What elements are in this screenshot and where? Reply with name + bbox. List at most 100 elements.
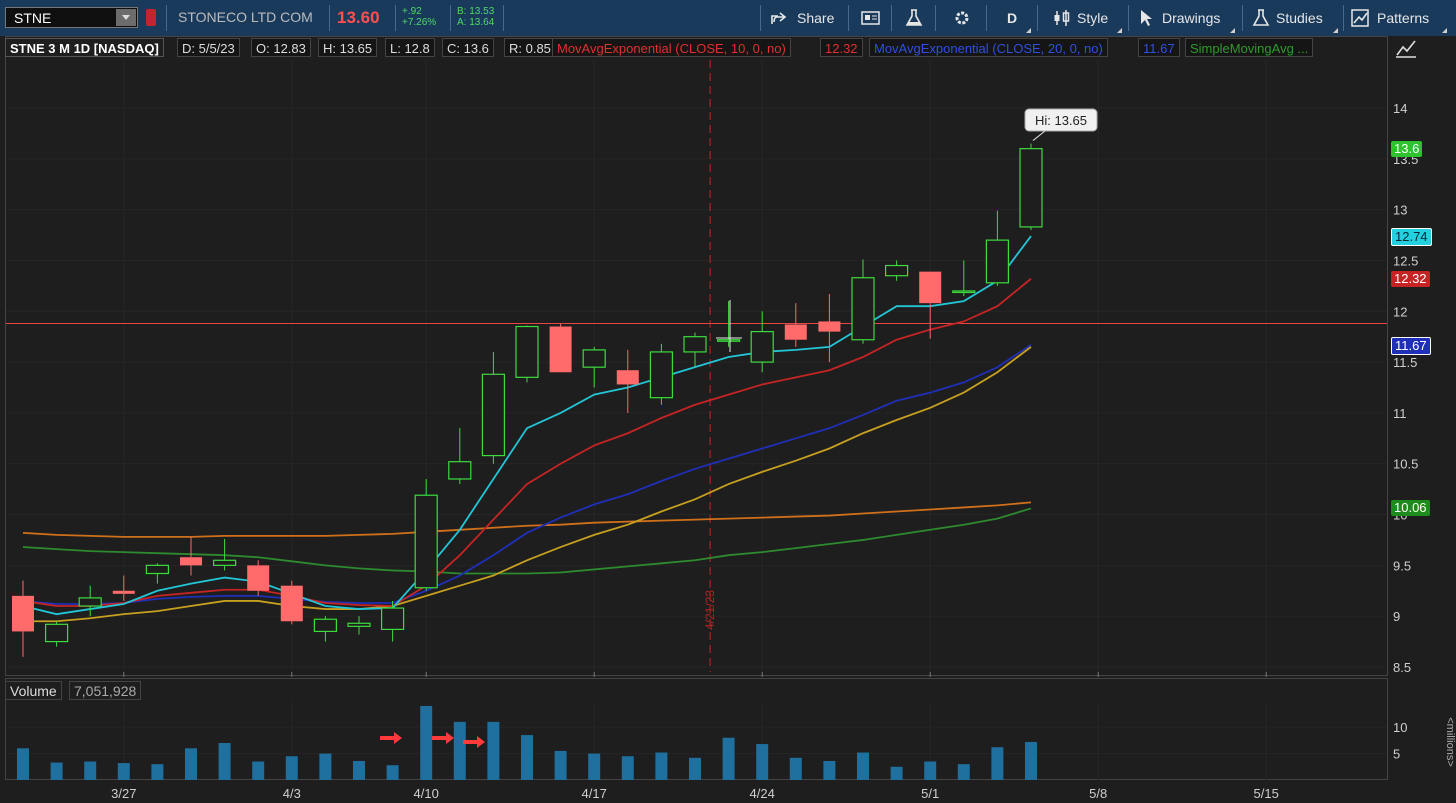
candle xyxy=(481,351,505,464)
volume-bar xyxy=(957,764,970,780)
high-annotation-pointer xyxy=(1032,130,1046,141)
candle-body xyxy=(750,331,774,363)
chart-title: STNE 3 M 1D [NASDAQ] xyxy=(5,38,164,57)
candle xyxy=(616,349,639,413)
x-tick-label: 3/27 xyxy=(111,786,136,801)
candle-body xyxy=(145,564,169,575)
ema5-line xyxy=(22,235,1032,616)
candle-body xyxy=(213,559,237,566)
x-tick-label: 5/8 xyxy=(1089,786,1107,801)
candle-body xyxy=(313,618,337,633)
y-tick-label: 9.5 xyxy=(1393,558,1411,573)
sma-study-label[interactable]: SimpleMovingAvg ... xyxy=(1185,38,1314,57)
volume-bar xyxy=(991,747,1004,780)
volume-bar xyxy=(924,761,937,780)
volume-value: 7,051,928 xyxy=(69,681,142,700)
volume-bar xyxy=(521,735,533,780)
candle xyxy=(247,560,270,596)
candle xyxy=(515,325,539,383)
candle xyxy=(582,346,606,388)
y-tick-label: 10.5 xyxy=(1393,457,1418,472)
price-chart[interactable]: 3/27 4/3 4/10 4/17 4/24 5/1 5/8 5/15 8.5 9 9.5 10 1… xyxy=(0,0,1456,803)
y-tick-label: 12 xyxy=(1393,304,1407,319)
volume-bar xyxy=(655,752,668,780)
candle xyxy=(145,563,169,584)
volume-bar xyxy=(621,756,634,780)
candle-body xyxy=(952,290,976,294)
volume-label: Volume xyxy=(5,681,62,700)
candle xyxy=(12,580,34,657)
x-tick-label: 5/1 xyxy=(921,786,939,801)
arrow-annotation xyxy=(432,732,454,744)
ohlc-date: D: 5/5/23 xyxy=(177,38,240,57)
x-tick-label: 4/10 xyxy=(414,786,439,801)
candle-body xyxy=(716,339,741,342)
candle xyxy=(448,428,472,485)
y-tick-label: 9 xyxy=(1393,609,1400,624)
candle-body xyxy=(448,461,472,480)
volume-bar xyxy=(319,753,332,780)
x-tick-label: 4/17 xyxy=(582,786,607,801)
candle xyxy=(280,580,303,625)
volume-bar xyxy=(588,753,601,780)
volume-bar xyxy=(218,743,231,780)
candle-body xyxy=(347,622,371,627)
candle xyxy=(952,260,976,297)
volume-bar xyxy=(487,721,500,780)
last-price-label: 13.6 xyxy=(1391,140,1423,157)
volume-bar xyxy=(554,750,567,780)
ohlc-low: L: 12.8 xyxy=(385,38,435,57)
volume-bar xyxy=(285,756,298,780)
candle xyxy=(180,536,202,576)
ema10-study-label[interactable]: MovAvgExponential (CLOSE, 10, 0, no) xyxy=(552,38,791,57)
volume-bar xyxy=(84,761,97,780)
ohlc-high: H: 13.65 xyxy=(318,38,378,57)
candle-body xyxy=(481,373,505,457)
ema20-price-label: 11.67 xyxy=(1391,336,1431,355)
x-tick-label: 4/3 xyxy=(283,786,301,801)
ohlc-close: C: 13.6 xyxy=(442,38,494,57)
candle xyxy=(784,303,807,347)
volume-y-tick-label: 10 xyxy=(1393,720,1407,735)
volume-bar xyxy=(756,744,769,780)
candle-body xyxy=(44,623,69,643)
chart-settings-icon[interactable] xyxy=(1395,37,1417,59)
candle xyxy=(1019,143,1043,230)
date-marker-label: 4/21/23 xyxy=(703,590,717,630)
candle-body xyxy=(280,585,303,622)
candle-body xyxy=(180,557,202,566)
volume-bar xyxy=(689,757,701,780)
candle-body xyxy=(616,370,639,385)
candle-body xyxy=(381,607,405,630)
y-tick-label: 12.5 xyxy=(1393,253,1418,268)
candle-body xyxy=(414,494,438,589)
volume-bar xyxy=(789,757,802,780)
study-header-bar: STNE 3 M 1D [NASDAQ] D: 5/5/23 O: 12.83 … xyxy=(5,36,1388,58)
candle xyxy=(851,259,875,344)
candle xyxy=(347,616,371,635)
candle-body xyxy=(985,239,1010,284)
candle xyxy=(112,575,135,601)
ema20-study-label[interactable]: MovAvgExponential (CLOSE, 20, 0, no) xyxy=(869,38,1108,57)
volume-y-tick-label: 5 xyxy=(1393,747,1400,762)
ema10-study-value: 12.32 xyxy=(820,38,863,57)
volume-bar xyxy=(117,763,130,780)
y-tick-label: 8.5 xyxy=(1393,660,1411,675)
candle xyxy=(985,210,1010,286)
arrow-annotation xyxy=(380,732,402,744)
candle-body xyxy=(919,271,942,304)
x-tick-label: 5/15 xyxy=(1254,786,1279,801)
candle-body xyxy=(818,321,841,332)
volume-bar xyxy=(151,764,164,780)
candle-body xyxy=(851,277,875,341)
candle-body xyxy=(683,336,707,353)
candle-body xyxy=(784,324,807,340)
candle xyxy=(44,621,69,647)
volume-bar xyxy=(857,752,869,780)
sma-price-label: 10.06 xyxy=(1391,500,1430,517)
volume-bar xyxy=(823,760,836,780)
ema20-study-value: 11.67 xyxy=(1138,38,1180,57)
ema10-price-label: 12.32 xyxy=(1391,270,1430,287)
candle-body xyxy=(112,590,135,594)
volume-unit-label: <millions> xyxy=(1444,717,1456,767)
